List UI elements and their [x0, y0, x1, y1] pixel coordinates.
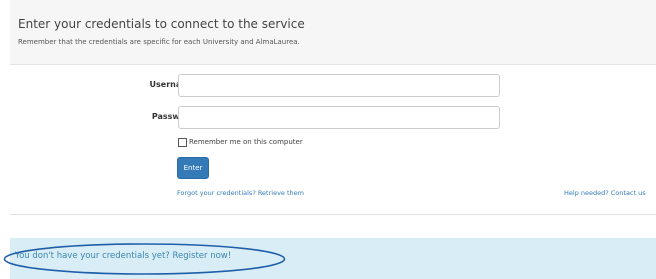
help-contact-link[interactable]: Help needed? Contact us: [564, 189, 646, 197]
remember-me-label[interactable]: Remember me on this computer: [189, 138, 303, 146]
highlight-ellipse: [3, 243, 286, 275]
divider: [10, 214, 656, 215]
username-label: Username: [149, 80, 195, 89]
enter-button[interactable]: Enter: [177, 157, 209, 179]
page-subtitle: Remember that the credentials are specif…: [18, 38, 300, 46]
login-header: Enter your credentials to connect to the…: [10, 0, 656, 65]
password-input[interactable]: [178, 106, 500, 129]
username-input[interactable]: [178, 74, 500, 97]
page-title: Enter your credentials to connect to the…: [18, 17, 305, 31]
login-form: Username Password Remember me on this co…: [10, 65, 656, 214]
forgot-credentials-link[interactable]: Forgot your credentials? Retrieve them: [177, 189, 304, 197]
password-label: Password: [151, 112, 195, 121]
remember-me-checkbox[interactable]: [178, 138, 187, 147]
